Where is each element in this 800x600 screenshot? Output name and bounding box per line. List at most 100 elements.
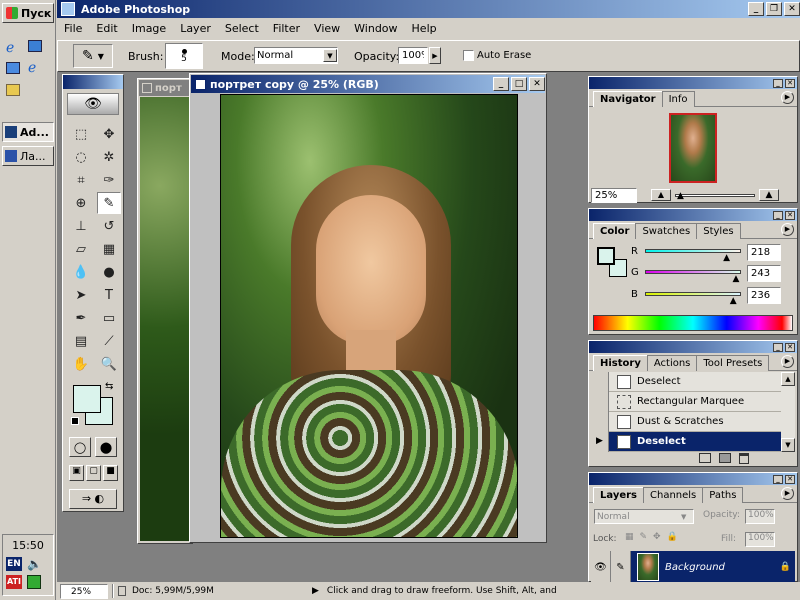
blend-mode-select[interactable]: Normal ▼ xyxy=(594,509,694,524)
b-slider-thumb-icon[interactable]: ▲ xyxy=(730,296,737,306)
history-brush-source-box[interactable]: ▶ xyxy=(591,431,609,452)
zoom-slider-thumb-icon[interactable]: ▲ xyxy=(677,191,684,201)
palette-menu-icon[interactable]: ▶ xyxy=(781,355,794,368)
folder-icon[interactable] xyxy=(6,84,20,96)
menu-layer[interactable]: Layer xyxy=(173,18,218,40)
doc-close-button[interactable]: ✕ xyxy=(529,77,545,91)
navigator-zoom-input[interactable] xyxy=(591,188,637,203)
auto-erase-checkbox[interactable] xyxy=(463,50,474,61)
tab-history[interactable]: History xyxy=(593,355,648,371)
list-item[interactable]: Rectangular Marquee xyxy=(591,391,781,412)
palette-close-icon[interactable]: ✕ xyxy=(785,78,795,88)
close-button[interactable]: ✕ xyxy=(784,2,800,16)
brush-link-icon[interactable]: ✎ xyxy=(611,551,631,583)
g-input[interactable] xyxy=(747,265,781,282)
path-selection-tool-icon[interactable]: ➤ xyxy=(69,284,93,306)
blur-tool-icon[interactable]: 💧 xyxy=(69,261,93,283)
history-scrollbar[interactable]: ▲ ▼ xyxy=(781,372,795,452)
palette-minimize-icon[interactable]: _ xyxy=(773,78,783,88)
tab-paths[interactable]: Paths xyxy=(702,487,744,503)
palette-minimize-icon[interactable]: _ xyxy=(773,474,783,484)
tab-swatches[interactable]: Swatches xyxy=(635,223,698,239)
swap-colors-icon[interactable]: ⇆ xyxy=(105,381,113,392)
palette-menu-icon[interactable]: ▶ xyxy=(781,487,794,500)
lasso-tool-icon[interactable]: ◌ xyxy=(69,146,93,168)
tab-tool-presets[interactable]: Tool Presets xyxy=(696,355,770,371)
language-indicator[interactable]: EN xyxy=(6,557,22,571)
history-brush-source-box[interactable] xyxy=(591,371,609,392)
list-item[interactable]: Dust & Scratches xyxy=(591,411,781,432)
adobe-eye-logo-icon[interactable]: 👁 xyxy=(67,93,119,115)
ie-icon[interactable]: ℯ xyxy=(28,60,36,76)
brush-picker[interactable]: 5 xyxy=(165,43,203,69)
status-zoom[interactable]: 25% xyxy=(60,583,108,599)
doc-maximize-button[interactable]: □ xyxy=(511,77,527,91)
outlook-icon[interactable] xyxy=(6,62,20,74)
eye-icon[interactable]: 👁 xyxy=(591,551,611,583)
scroll-up-icon[interactable]: ▲ xyxy=(781,372,795,386)
rectangle-tool-icon[interactable]: ▭ xyxy=(97,307,121,329)
magic-wand-tool-icon[interactable]: ✲ xyxy=(97,146,121,168)
imageready-jump-icon[interactable]: ⇒ ◐ xyxy=(69,489,117,509)
menu-help[interactable]: Help xyxy=(405,18,444,40)
dodge-tool-icon[interactable]: ● xyxy=(97,261,121,283)
ie-icon[interactable]: ℯ xyxy=(6,40,14,56)
tab-actions[interactable]: Actions xyxy=(646,355,698,371)
tab-layers[interactable]: Layers xyxy=(593,487,644,503)
palette-minimize-icon[interactable]: _ xyxy=(773,342,783,352)
hand-tool-icon[interactable]: ✋ xyxy=(69,353,93,375)
layer-row[interactable]: 👁 ✎ Background 🔒 xyxy=(591,551,795,583)
new-document-icon[interactable] xyxy=(699,453,711,463)
tab-info[interactable]: Info xyxy=(661,91,695,107)
tab-channels[interactable]: Channels xyxy=(643,487,704,503)
history-brush-source-box[interactable] xyxy=(591,391,609,412)
palette-menu-icon[interactable]: ▶ xyxy=(781,223,794,236)
gradient-tool-icon[interactable]: ▦ xyxy=(97,238,121,260)
volume-icon[interactable]: 🔈 xyxy=(27,557,42,571)
tool-preset-picker[interactable]: ✎ ▼ xyxy=(73,44,113,68)
type-tool-icon[interactable]: T xyxy=(97,284,121,306)
task-word[interactable]: Ла... xyxy=(2,146,54,166)
chevron-down-icon[interactable]: ▼ xyxy=(323,49,337,62)
palette-close-icon[interactable]: ✕ xyxy=(785,342,795,352)
menu-filter[interactable]: Filter xyxy=(266,18,307,40)
restore-button[interactable]: ❐ xyxy=(766,2,782,16)
menu-file[interactable]: File xyxy=(57,18,89,40)
default-colors-icon[interactable] xyxy=(71,417,79,425)
fg-color-box[interactable] xyxy=(597,247,615,265)
eraser-tool-icon[interactable]: ▱ xyxy=(69,238,93,260)
layer-name[interactable]: Background xyxy=(665,562,780,573)
lock-icons[interactable]: ▦✎✥🔒 xyxy=(625,532,684,542)
foreground-color-swatch[interactable] xyxy=(73,385,101,413)
scroll-down-icon[interactable]: ▼ xyxy=(781,438,795,452)
palette-menu-icon[interactable]: ▶ xyxy=(781,91,794,104)
back-document-window[interactable]: порт xyxy=(137,78,193,544)
g-slider[interactable] xyxy=(645,270,741,274)
zoom-out-icon[interactable]: ▲ xyxy=(651,189,671,201)
trash-icon[interactable] xyxy=(739,453,749,464)
fill-input[interactable]: 100% xyxy=(745,532,775,547)
full-screen-icon[interactable]: ■ xyxy=(103,465,118,481)
navigator-thumbnail[interactable] xyxy=(669,113,717,183)
tab-color[interactable]: Color xyxy=(593,223,637,239)
new-snapshot-icon[interactable] xyxy=(719,453,731,463)
slice-tool-icon[interactable]: ✑ xyxy=(97,169,121,191)
history-brush-tool-icon[interactable]: ↺ xyxy=(97,215,121,237)
status-menu-arrow-icon[interactable]: ▶ xyxy=(312,586,319,596)
menu-edit[interactable]: Edit xyxy=(89,18,124,40)
menu-window[interactable]: Window xyxy=(347,18,404,40)
move-tool-icon[interactable]: ✥ xyxy=(97,123,121,145)
zoom-slider[interactable] xyxy=(675,194,755,197)
menu-image[interactable]: Image xyxy=(125,18,173,40)
layer-opacity-input[interactable]: 100% xyxy=(745,509,775,524)
zoom-tool-icon[interactable]: 🔍 xyxy=(97,353,121,375)
start-button[interactable]: Пуск xyxy=(2,3,54,23)
b-slider[interactable] xyxy=(645,292,741,296)
notes-tool-icon[interactable]: ▤ xyxy=(69,330,93,352)
standard-screen-icon[interactable]: ▣ xyxy=(69,465,84,481)
doc-minimize-button[interactable]: _ xyxy=(493,77,509,91)
color-ramp[interactable] xyxy=(593,315,793,331)
clone-stamp-tool-icon[interactable]: ⊥ xyxy=(69,215,93,237)
tab-styles[interactable]: Styles xyxy=(696,223,741,239)
quick-mask-icon[interactable]: ⬤ xyxy=(95,437,117,457)
